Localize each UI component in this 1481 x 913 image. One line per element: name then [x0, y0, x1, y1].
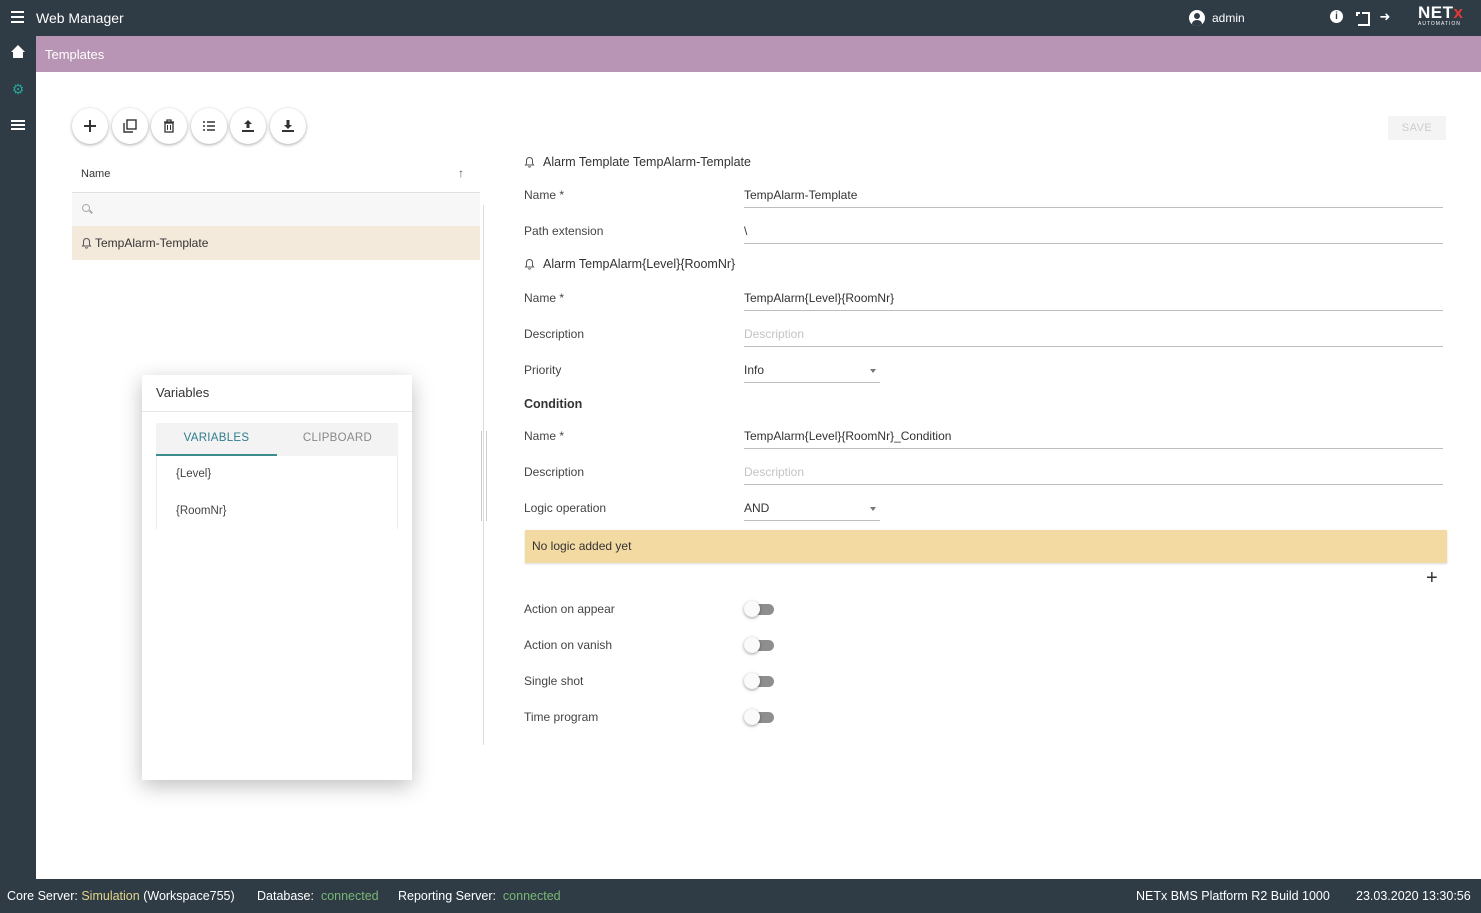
variables-tabs: VARIABLES CLIPBOARD: [156, 423, 398, 456]
template-section-title: Alarm Template TempAlarm-Template: [543, 155, 751, 169]
save-button[interactable]: SAVE: [1388, 116, 1446, 140]
single-shot-label: Single shot: [524, 674, 584, 688]
download-button[interactable]: [269, 108, 306, 144]
list-item[interactable]: TempAlarm-Template: [72, 226, 480, 260]
action-on-vanish-toggle[interactable]: [744, 637, 774, 653]
user-name: admin: [1212, 11, 1245, 25]
tab-clipboard[interactable]: CLIPBOARD: [277, 423, 398, 456]
variable-item-level[interactable]: {Level}: [157, 456, 397, 493]
dropdown-caret-icon: [870, 369, 876, 373]
status-datetime: 23.03.2020 13:30:56: [1356, 889, 1471, 903]
fullscreen-icon[interactable]: [1354, 10, 1370, 26]
template-list: Name ↑ TempAlarm-Template: [72, 156, 480, 260]
upload-button[interactable]: [230, 108, 266, 144]
variables-dialog: Variables VARIABLES CLIPBOARD {Level} {R…: [142, 375, 412, 780]
bell-icon: [524, 156, 535, 168]
action-on-appear-toggle[interactable]: [744, 601, 774, 617]
logic-operation-select[interactable]: AND: [744, 499, 880, 521]
delete-button[interactable]: [151, 108, 187, 144]
core-server-value: Simulation: [81, 889, 140, 903]
duplicate-button[interactable]: [111, 108, 148, 144]
variable-item-roomnr[interactable]: {RoomNr}: [157, 493, 397, 530]
hamburger-menu-icon[interactable]: [11, 11, 24, 25]
template-name-label: Name *: [524, 188, 565, 202]
list-search-field[interactable]: [72, 193, 480, 226]
dialog-title: Variables: [156, 385, 210, 400]
bell-icon: [81, 237, 92, 249]
single-shot-toggle[interactable]: [744, 673, 774, 689]
left-navigation: ⚙: [0, 36, 36, 879]
condition-name-field[interactable]: TempAlarm{Level}{RoomNr}_Condition: [744, 427, 1443, 449]
time-program-toggle[interactable]: [744, 709, 774, 725]
core-server-status: Core Server: Simulation (Workspace755): [7, 889, 235, 903]
plus-icon: [84, 120, 96, 132]
sort-ascending-icon[interactable]: ↑: [458, 166, 464, 180]
action-on-appear-label: Action on appear: [524, 602, 615, 616]
condition-name-label: Name *: [524, 429, 565, 443]
path-extension-field[interactable]: \: [744, 222, 1443, 244]
database-status: Database: connected: [257, 889, 379, 903]
copy-icon: [122, 119, 137, 133]
page-title-bar: Templates: [36, 36, 1481, 72]
info-icon[interactable]: i: [1330, 10, 1343, 23]
condition-description-label: Description: [524, 465, 585, 479]
alarm-description-label: Description: [524, 327, 585, 341]
trash-icon: [164, 119, 174, 133]
alarm-section-title: Alarm TempAlarm{Level}{RoomNr}: [543, 257, 736, 271]
reporting-value: connected: [502, 889, 561, 903]
alarm-name-label: Name *: [524, 291, 565, 305]
alarm-name-field[interactable]: TempAlarm{Level}{RoomNr}: [744, 289, 1443, 311]
home-icon[interactable]: [9, 44, 27, 62]
bell-icon: [524, 258, 535, 270]
condition-description-field[interactable]: Description: [744, 463, 1443, 485]
variables-list: {Level} {RoomNr}: [156, 456, 398, 529]
add-button[interactable]: [72, 108, 108, 144]
dropdown-caret-icon: [870, 507, 876, 511]
path-extension-label: Path extension: [524, 224, 604, 238]
reporting-server-status: Reporting Server: connected: [398, 889, 561, 903]
template-name-field[interactable]: TempAlarm-Template: [744, 186, 1443, 208]
action-on-vanish-label: Action on vanish: [524, 638, 613, 652]
reporting-label: Reporting Server:: [398, 889, 496, 903]
logic-operation-value: AND: [744, 501, 770, 515]
template-toolbar: [72, 108, 309, 144]
app-title: Web Manager: [36, 10, 124, 26]
logout-icon[interactable]: ➜: [1378, 10, 1392, 24]
template-section-header: Alarm Template TempAlarm-Template: [524, 155, 751, 169]
no-logic-banner: No logic added yet: [525, 530, 1447, 563]
alarm-description-field[interactable]: Description: [744, 325, 1443, 347]
condition-section-title: Condition: [524, 397, 583, 411]
gear-icon[interactable]: ⚙: [9, 80, 27, 98]
list-header: Name ↑: [72, 156, 480, 193]
upload-icon: [242, 120, 254, 132]
download-icon: [281, 120, 294, 132]
column-name-header[interactable]: Name: [81, 168, 110, 180]
netx-logo: NETx AUTOMATION: [1418, 3, 1464, 27]
list-icon: [202, 121, 215, 131]
list-item-label: TempAlarm-Template: [95, 236, 209, 250]
status-bar: Core Server: Simulation (Workspace755) D…: [0, 879, 1481, 913]
tab-variables[interactable]: VARIABLES: [156, 423, 277, 456]
dialog-divider: [142, 411, 412, 412]
splitter-handle[interactable]: [481, 431, 487, 521]
user-avatar-icon: [1189, 10, 1205, 26]
user-menu[interactable]: admin: [1189, 10, 1245, 26]
core-server-label: Core Server:: [7, 889, 78, 903]
priority-label: Priority: [524, 363, 562, 377]
top-bar: Web Manager admin i ➜ NETx AUTOMATION: [0, 0, 1481, 36]
core-server-workspace: (Workspace755): [143, 889, 235, 903]
platform-version: NETx BMS Platform R2 Build 1000: [1136, 889, 1330, 903]
list-view-button[interactable]: [190, 108, 227, 144]
database-value: connected: [320, 889, 379, 903]
database-label: Database:: [257, 889, 314, 903]
priority-select[interactable]: Info: [744, 361, 880, 383]
page-title: Templates: [45, 47, 105, 62]
priority-value: Info: [744, 363, 765, 377]
search-icon: [82, 204, 90, 212]
add-logic-button[interactable]: +: [1426, 568, 1438, 588]
alarm-section-header: Alarm TempAlarm{Level}{RoomNr}: [524, 257, 735, 271]
time-program-label: Time program: [524, 710, 599, 724]
logic-operation-label: Logic operation: [524, 501, 607, 515]
list-icon[interactable]: [9, 116, 27, 134]
